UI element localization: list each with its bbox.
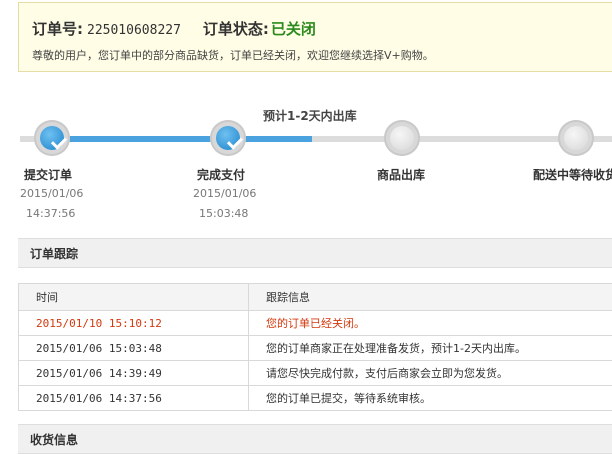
step-node-delivery [558,120,594,156]
tracking-section-title: 订单跟踪 [30,245,78,262]
step-label-shipped: 商品出库 [377,166,425,183]
step-node-shipped [384,120,420,156]
check-icon [216,126,240,150]
shipping-section-title: 收货信息 [30,431,78,448]
order-progress: 预计1-2天内出库 提交订单 2015/01/06 14:37:56 完成支付 … [0,80,612,230]
step-date-paid: 2015/01/06 [193,187,256,200]
step-node-paid [210,120,246,156]
column-header-info: 跟踪信息 [249,284,612,311]
row-info: 您的订单已提交，等待系统审核。 [249,386,612,411]
order-notice-box: 订单号: 225010608227 订单状态:已关闭 尊敬的用户，您订单中的部分商品… [18,2,612,72]
row-info: 您的订单商家正在处理准备发货，预计1-2天内出库。 [249,336,612,361]
step-label-submitted: 提交订单 [24,166,72,183]
step-label-delivery: 配送中等待收货 [533,166,612,183]
step-date-submitted: 2015/01/06 [20,187,83,200]
progress-track-done [52,136,228,142]
tracking-section-header: 订单跟踪 [18,238,612,268]
order-status-value: 已关闭 [271,20,316,38]
table-row: 2015/01/06 14:37:56 您的订单已提交，等待系统审核。 [19,386,612,411]
tracking-table-header: 时间 跟踪信息 [19,284,612,311]
progress-hint: 预计1-2天内出库 [263,107,357,124]
row-info: 请您尽快完成付款，支付后商家会立即为您发货。 [249,361,612,386]
order-number: 225010608227 [87,23,181,38]
step-time-paid: 15:03:48 [199,207,248,220]
order-number-label: 订单号: [32,20,83,38]
table-row: 2015/01/10 15:10:12 您的订单已经关闭。 [19,311,612,336]
shipping-section-header: 收货信息 [18,424,612,454]
table-row: 2015/01/06 14:39:49 请您尽快完成付款，支付后商家会立即为您发… [19,361,612,386]
order-summary-line: 订单号: 225010608227 订单状态:已关闭 [32,18,316,39]
order-status-label: 订单状态: [203,20,269,38]
step-label-paid: 完成支付 [197,166,245,183]
tracking-table: 时间 跟踪信息 2015/01/10 15:10:12 您的订单已经关闭。 20… [18,283,612,411]
row-time: 2015/01/06 14:39:49 [19,361,249,386]
row-time: 2015/01/06 15:03:48 [19,336,249,361]
table-row: 2015/01/06 15:03:48 您的订单商家正在处理准备发货，预计1-2… [19,336,612,361]
column-header-time: 时间 [19,284,249,311]
row-time: 2015/01/06 14:37:56 [19,386,249,411]
step-time-submitted: 14:37:56 [26,207,75,220]
check-icon [40,126,64,150]
row-time: 2015/01/10 15:10:12 [19,311,249,336]
step-node-submitted [34,120,70,156]
row-info: 您的订单已经关闭。 [249,311,612,336]
order-notice-message: 尊敬的用户，您订单中的部分商品缺货，订单已经关闭，欢迎您继续选择V+购物。 [32,47,434,63]
